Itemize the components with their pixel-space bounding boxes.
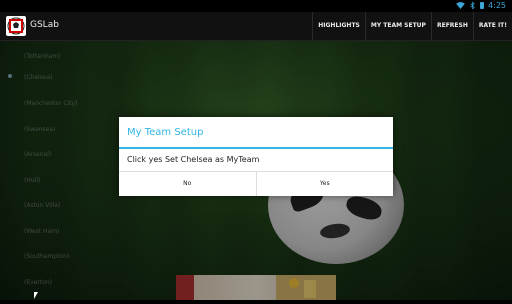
status-bar: 4:25 bbox=[0, 0, 512, 12]
battery-icon bbox=[480, 2, 485, 9]
dialog-buttons: No Yes bbox=[119, 171, 393, 196]
bluetooth-icon bbox=[470, 2, 475, 9]
action-menu: HIGHLIGHTS MY TEAM SETUP REFRESH RATE IT… bbox=[312, 12, 512, 40]
menu-item-highlights[interactable]: HIGHLIGHTS bbox=[312, 12, 365, 40]
yes-button[interactable]: Yes bbox=[255, 172, 393, 196]
dialog-title: My Team Setup bbox=[127, 127, 204, 138]
wifi-icon bbox=[456, 2, 465, 9]
app-logo-icon[interactable] bbox=[6, 16, 26, 36]
menu-item-rate-it[interactable]: RATE IT! bbox=[472, 12, 512, 40]
status-icons: 4:25 bbox=[456, 1, 506, 10]
menu-item-refresh[interactable]: REFRESH bbox=[430, 12, 473, 40]
no-button[interactable]: No bbox=[119, 172, 256, 196]
soccer-ball-icon bbox=[7, 17, 25, 35]
my-team-setup-dialog: My Team Setup Click yes Set Chelsea as M… bbox=[119, 117, 393, 196]
dialog-message: Click yes Set Chelsea as MyTeam bbox=[127, 155, 260, 164]
app-title: GSLab bbox=[30, 20, 59, 30]
action-bar: GSLab HIGHLIGHTS MY TEAM SETUP REFRESH R… bbox=[0, 12, 512, 41]
status-time: 4:25 bbox=[488, 1, 506, 10]
mouse-cursor-icon bbox=[34, 292, 38, 299]
menu-item-my-team-setup[interactable]: MY TEAM SETUP bbox=[364, 12, 431, 40]
dialog-header: My Team Setup bbox=[119, 117, 393, 149]
